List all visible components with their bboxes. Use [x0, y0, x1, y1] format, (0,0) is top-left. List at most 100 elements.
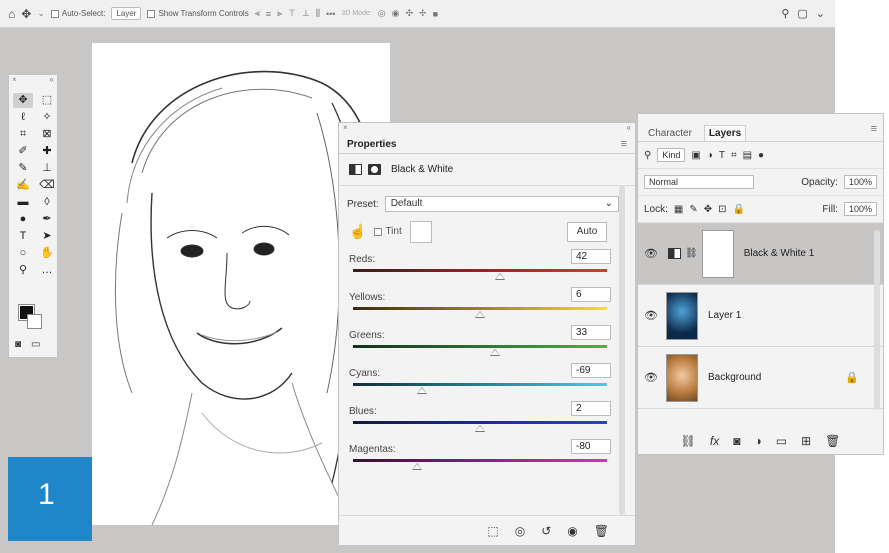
slider-thumb[interactable] — [411, 463, 422, 470]
color-swatches[interactable] — [18, 304, 47, 337]
filter-toggle-icon[interactable]: ● — [758, 150, 764, 161]
more-tools-icon[interactable]: … — [37, 263, 57, 278]
adjustment-filter-icon[interactable]: ◑ — [707, 150, 713, 161]
move-tool-icon[interactable]: ✥ — [13, 93, 33, 108]
auto-button[interactable]: Auto — [567, 221, 607, 242]
pen-tool-icon[interactable]: ✒ — [37, 212, 57, 227]
slider-track[interactable] — [353, 345, 607, 348]
type-tool-icon[interactable]: T — [13, 229, 33, 244]
more-icon[interactable]: ••• — [326, 9, 335, 19]
slider-value-input[interactable]: 2 — [571, 401, 611, 416]
layer-row-layer-1[interactable]: 👁 Layer 1 — [638, 285, 883, 347]
visibility-eye-icon[interactable]: 👁 — [638, 371, 664, 384]
slider-thumb[interactable] — [475, 425, 485, 432]
clip-to-layer-icon[interactable]: ⬚ — [487, 524, 498, 538]
slider-value-input[interactable]: 33 — [571, 325, 611, 340]
lasso-tool-icon[interactable]: ℓ — [13, 110, 33, 125]
new-adjustment-icon[interactable]: ◑ — [754, 434, 761, 448]
auto-select-checkbox[interactable]: Auto-Select: — [50, 9, 105, 18]
frame-tool-icon[interactable]: ⊠ — [37, 127, 57, 142]
visibility-eye-icon[interactable]: 👁 — [638, 247, 664, 260]
home-icon[interactable]: ⌂ — [8, 7, 15, 21]
kind-dropdown[interactable]: Kind — [657, 148, 686, 162]
workspace-chevron-icon[interactable]: ⌄ — [816, 7, 825, 20]
3d-scale-icon[interactable]: ■ — [433, 9, 438, 19]
distribute-icon[interactable]: ⫼ — [316, 8, 320, 19]
chevron-down-icon[interactable]: ⌄ — [37, 8, 45, 19]
magic-wand-tool-icon[interactable]: ✧ — [37, 110, 57, 125]
slider-track[interactable] — [353, 383, 607, 386]
slider-track[interactable] — [353, 307, 607, 310]
align-right-icon[interactable]: ⫸ — [277, 8, 282, 19]
blur-tool-icon[interactable]: ◊ — [37, 195, 57, 210]
new-layer-icon[interactable]: ⊞ — [801, 434, 811, 448]
properties-scrollbar[interactable] — [619, 185, 625, 515]
background-color[interactable] — [27, 314, 42, 329]
layer-mask-thumbnail[interactable] — [701, 229, 734, 278]
trash-icon[interactable]: 🗑 — [825, 434, 840, 448]
lock-artboard-icon[interactable]: ⊡ — [718, 204, 726, 215]
trash-icon[interactable]: 🗑 — [594, 524, 609, 538]
tint-checkbox[interactable]: Tint — [374, 226, 402, 237]
layer-mask-icon[interactable] — [368, 164, 381, 175]
marquee-tool-icon[interactable]: ⬚ — [37, 93, 57, 108]
reset-icon[interactable]: ↺ — [541, 524, 551, 538]
panel-menu-icon[interactable]: ≡ — [621, 138, 627, 153]
add-mask-icon[interactable]: ◙ — [733, 434, 740, 448]
link-layers-icon[interactable]: ⛓ — [681, 434, 696, 448]
zoom-tool-icon[interactable]: ⚲ — [13, 263, 33, 278]
layers-scrollbar[interactable] — [874, 230, 880, 410]
slider-value-input[interactable]: -80 — [571, 439, 611, 454]
tint-color-swatch[interactable] — [409, 220, 432, 243]
lock-position-icon[interactable]: ✥ — [704, 204, 712, 215]
panel-menu-icon[interactable]: ≡ — [871, 123, 877, 138]
align-center-icon[interactable]: ≡ — [266, 9, 271, 19]
screen-mode-icon[interactable]: ▭ — [31, 339, 40, 350]
eraser-tool-icon[interactable]: ⌫ — [37, 178, 57, 193]
fill-input[interactable]: 100% — [843, 202, 877, 216]
align-middle-icon[interactable]: ⊥ — [302, 8, 310, 19]
close-icon[interactable]: × — [12, 75, 17, 87]
tab-layers[interactable]: Layers — [703, 125, 747, 141]
collapse-icon[interactable]: « — [50, 75, 54, 87]
slider-track[interactable] — [353, 421, 607, 424]
3d-slide-icon[interactable]: ✢ — [419, 8, 427, 19]
layer-thumbnail[interactable] — [666, 353, 698, 402]
quick-mask-icon[interactable]: ◙ — [15, 339, 21, 350]
slider-value-input[interactable]: 42 — [571, 249, 611, 264]
slider-thumb[interactable] — [416, 387, 427, 394]
lock-pixels-icon[interactable]: ✎ — [689, 204, 697, 215]
slider-thumb[interactable] — [475, 311, 485, 318]
align-top-icon[interactable]: ⊤ — [288, 8, 296, 19]
tab-properties[interactable]: Properties — [347, 139, 396, 153]
targeted-adjustment-icon[interactable]: ☝ — [349, 223, 366, 240]
stamp-tool-icon[interactable]: ⊥ — [37, 161, 57, 176]
3d-roll-icon[interactable]: ◉ — [392, 8, 400, 19]
slider-track[interactable] — [353, 269, 607, 272]
visibility-eye-icon[interactable]: 👁 — [638, 309, 664, 322]
type-filter-icon[interactable]: T — [719, 150, 725, 161]
layer-thumbnail[interactable] — [666, 291, 698, 340]
toggle-visibility-icon[interactable]: ◉ — [567, 524, 577, 538]
eyedropper-tool-icon[interactable]: ✐ — [13, 144, 33, 159]
slider-thumb[interactable] — [495, 273, 506, 280]
history-brush-tool-icon[interactable]: ✍ — [13, 178, 33, 193]
path-select-tool-icon[interactable]: ➤ — [37, 229, 57, 244]
shape-filter-icon[interactable]: ⌗ — [731, 150, 737, 161]
close-icon[interactable]: × — [343, 123, 348, 135]
crop-tool-icon[interactable]: ⌗ — [13, 127, 33, 142]
gradient-tool-icon[interactable]: ▬ — [13, 195, 33, 210]
blend-mode-dropdown[interactable]: Normal — [644, 175, 754, 189]
new-group-icon[interactable]: ▭ — [776, 434, 787, 448]
lock-transparent-icon[interactable]: ▦ — [674, 204, 683, 215]
preset-dropdown[interactable]: Default ⌄ — [384, 196, 619, 212]
align-left-icon[interactable]: ⫷ — [255, 8, 260, 19]
collapse-icon[interactable]: « — [627, 123, 631, 135]
chain-link-icon[interactable]: ⛓ — [685, 248, 698, 259]
hand-tool-icon[interactable]: ✋ — [37, 246, 57, 261]
brush-tool-icon[interactable]: ✎ — [13, 161, 33, 176]
auto-select-target-dropdown[interactable]: Layer — [111, 7, 142, 20]
view-previous-state-icon[interactable]: ◎ — [515, 524, 525, 538]
3d-rotate-icon[interactable]: ◎ — [378, 8, 386, 19]
smart-object-filter-icon[interactable]: ▤ — [743, 150, 752, 161]
